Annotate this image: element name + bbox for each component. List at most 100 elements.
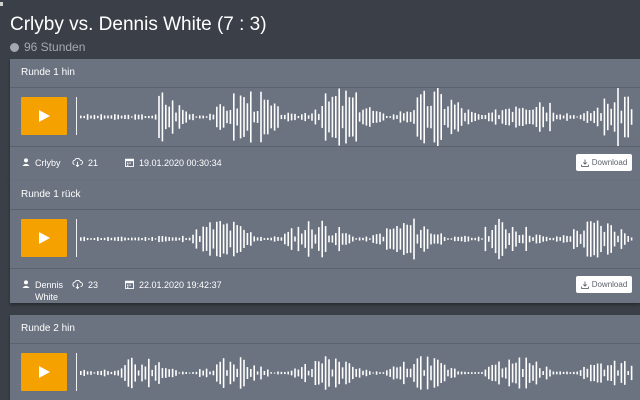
waveform-bar <box>341 367 344 379</box>
waveform-bar <box>450 99 453 135</box>
waveform-bar <box>290 370 293 376</box>
waveform-bar <box>477 236 480 242</box>
waveform-bar <box>178 105 181 129</box>
waveform-bar <box>144 116 147 118</box>
waveform-bar <box>151 369 153 377</box>
waveform-bar <box>593 365 595 382</box>
waveform-bar <box>522 107 524 126</box>
waveform-bar <box>277 371 279 375</box>
waveform-bar <box>175 112 177 122</box>
waveform-bar <box>379 372 381 374</box>
waveform-bar <box>447 238 449 240</box>
waveform-bar <box>593 222 595 256</box>
waveform-bar <box>161 368 164 378</box>
waveform-bar <box>603 369 606 377</box>
waveform-bar <box>430 365 432 381</box>
waveform-bar <box>532 365 534 381</box>
waveform-bar <box>545 112 548 122</box>
waveform-bar <box>477 372 480 374</box>
calendar-icon <box>125 158 134 167</box>
waveform-bar <box>491 365 493 381</box>
play-button[interactable] <box>21 219 67 257</box>
download-button[interactable]: Download <box>576 276 632 293</box>
waveform-bar <box>202 226 204 252</box>
waveform-bar <box>284 372 286 375</box>
waveform-bar <box>515 106 517 128</box>
waveform-bar <box>494 364 497 382</box>
waveform-bar <box>290 113 293 121</box>
waveform-bar <box>481 115 483 120</box>
waveform-bar <box>100 238 102 240</box>
waveform[interactable] <box>80 88 636 146</box>
play-button[interactable] <box>21 353 67 391</box>
playhead-line <box>76 97 77 135</box>
waveform-bar <box>236 225 238 253</box>
waveform-bar <box>205 116 208 118</box>
waveform-bar <box>423 90 425 144</box>
waveform-bar <box>392 114 395 120</box>
waveform-bar <box>83 236 85 242</box>
round-title: Runde 1 rück <box>10 181 640 210</box>
waveform-bar <box>321 363 323 383</box>
waveform-bar <box>447 369 449 377</box>
waveform-bar <box>535 234 538 244</box>
waveform-bar <box>256 371 259 375</box>
waveform-bar <box>365 236 368 242</box>
waveform-bar <box>243 97 245 137</box>
waveform-bar <box>382 236 385 242</box>
waveform-bar <box>386 370 388 376</box>
waveform-bar <box>471 237 473 241</box>
waveform-bar <box>287 371 289 375</box>
waveform-bar <box>195 229 198 249</box>
waveform-bar <box>280 114 283 120</box>
waveform-bar <box>593 110 595 123</box>
waveform-bar <box>620 363 623 383</box>
waveform[interactable] <box>80 344 636 400</box>
waveform-bar <box>324 226 327 252</box>
waveform-bar <box>246 367 249 379</box>
waveform-bar <box>226 223 228 255</box>
waveform-bar <box>192 234 194 244</box>
waveform-bar <box>369 107 371 127</box>
waveform-bar <box>222 106 225 128</box>
waveform-bar <box>256 111 259 123</box>
round-title: Runde 1 hin <box>10 59 640 88</box>
waveform-bar <box>386 116 388 118</box>
waveform-bar <box>304 113 306 122</box>
waveform-bar <box>243 359 245 387</box>
waveform-bar <box>600 225 602 253</box>
waveform-bar <box>545 236 548 242</box>
waveform-bar <box>328 359 330 387</box>
download-button[interactable]: Download <box>576 154 632 171</box>
waveform-bar <box>307 115 310 119</box>
waveform-bar <box>233 93 235 141</box>
waveform-bar <box>161 236 164 242</box>
waveform-bar <box>352 366 354 380</box>
calendar-icon <box>125 280 134 289</box>
waveform-bar <box>250 369 252 377</box>
waveform-bar <box>304 230 306 248</box>
waveform-bar <box>522 234 524 244</box>
waveform-bar <box>165 236 167 242</box>
waveform-bar <box>603 98 606 136</box>
play-button[interactable] <box>21 97 67 135</box>
waveform-bar <box>556 114 558 120</box>
waveform-bar <box>450 368 453 378</box>
waveform-bar <box>335 96 337 138</box>
waveform-bar <box>501 222 504 256</box>
waveform[interactable] <box>80 210 636 268</box>
waveform-bar <box>205 368 208 378</box>
waveform-bar <box>474 237 476 241</box>
top-left-mark <box>0 2 3 6</box>
waveform-bar <box>93 114 96 120</box>
download-count-value: 21 <box>88 158 99 168</box>
waveform-bar <box>440 363 442 383</box>
waveform-bar <box>518 108 521 126</box>
waveform-bar <box>127 359 130 387</box>
waveform-bar <box>117 370 119 376</box>
waveform-bar <box>311 229 313 249</box>
waveform-bar <box>188 372 191 374</box>
waveform-bar <box>389 229 391 249</box>
waveform-bar <box>338 361 340 385</box>
waveform-bar <box>505 229 507 249</box>
